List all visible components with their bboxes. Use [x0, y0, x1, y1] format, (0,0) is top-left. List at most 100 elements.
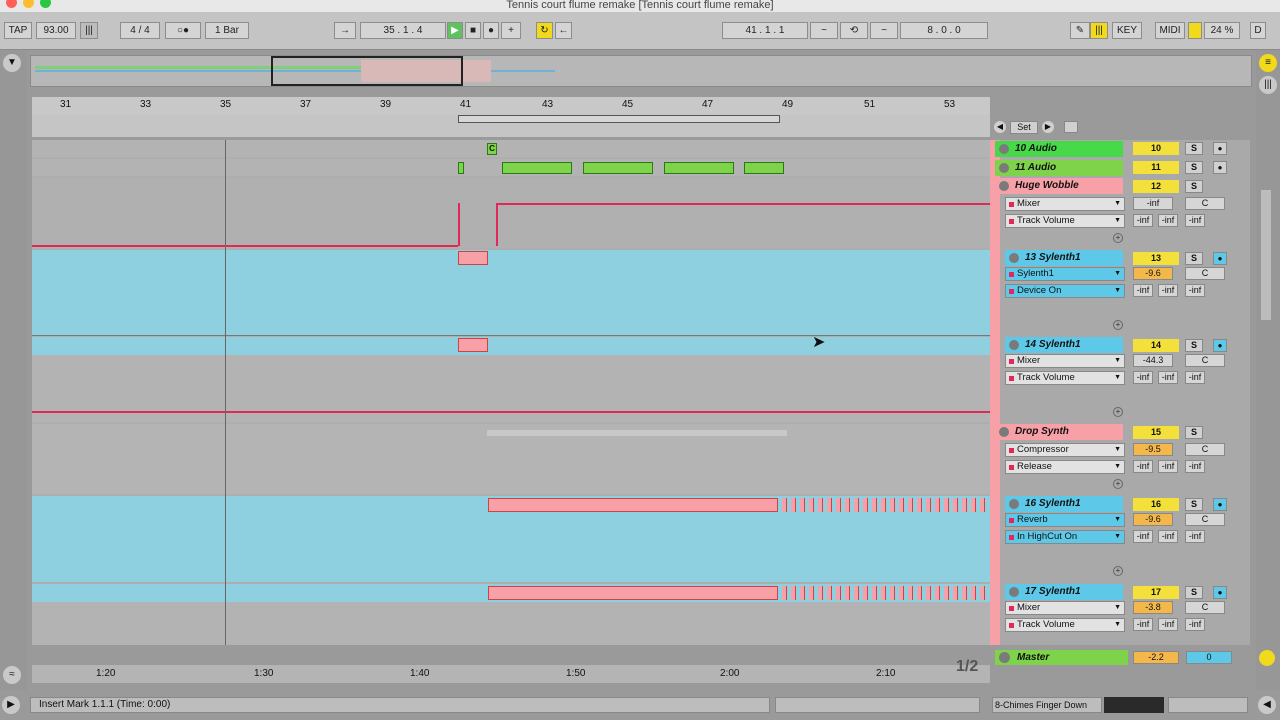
parameter-chooser[interactable]: Release — [1005, 460, 1125, 474]
arm-record-button[interactable]: ● — [1213, 142, 1227, 155]
quantize-select[interactable]: 1 Bar — [205, 22, 249, 39]
lane-huge-wobble[interactable] — [32, 178, 990, 248]
detail-view-icon[interactable]: ◀ — [1258, 696, 1276, 714]
prev-locator-icon[interactable]: ◀ — [994, 121, 1006, 133]
loop-switch-icon[interactable]: ⟲ — [840, 22, 868, 39]
audio-clip[interactable]: C — [487, 143, 497, 155]
parameter-chooser[interactable]: Track Volume — [1005, 214, 1125, 228]
punch-out-icon[interactable]: ~ — [870, 22, 898, 39]
stop-button[interactable]: ■ — [465, 22, 481, 39]
add-lane-icon[interactable]: + — [1113, 566, 1123, 576]
tempo-field[interactable]: 93.00 — [36, 22, 76, 39]
pan-field[interactable]: C — [1185, 513, 1225, 526]
arm-record-button[interactable]: ● — [1213, 498, 1227, 511]
arm-record-button[interactable]: ● — [1213, 339, 1227, 352]
loop-start-field[interactable]: 41 . 1 . 1 — [722, 22, 808, 39]
track-title[interactable]: Huge Wobble — [995, 178, 1123, 194]
midi-clip[interactable] — [458, 338, 488, 352]
browser-toggle-icon[interactable]: ▼ — [3, 54, 21, 72]
lane-drop-synth[interactable] — [32, 424, 990, 494]
arrangement-view-icon[interactable]: ≡ — [1259, 54, 1277, 72]
add-lane-icon[interactable]: + — [1113, 407, 1123, 417]
fold-icon[interactable] — [1009, 499, 1019, 509]
computer-keyboard-icon[interactable]: ||| — [1090, 22, 1108, 39]
track-delay-icon[interactable]: ≈ — [3, 666, 21, 684]
track-title[interactable]: 10 Audio — [995, 141, 1123, 157]
arrangement-overview[interactable] — [30, 55, 1252, 87]
parameter-chooser[interactable]: In HighCut On — [1005, 530, 1125, 544]
solo-button[interactable]: S — [1185, 586, 1203, 599]
play-button[interactable]: ▶ — [447, 22, 463, 39]
record-arm-icon[interactable] — [1064, 121, 1078, 133]
session-view-icon[interactable]: ||| — [1259, 76, 1277, 94]
volume-field[interactable]: -44.3 — [1133, 354, 1173, 367]
overview-viewport[interactable] — [271, 56, 463, 86]
volume-field[interactable]: -3.8 — [1133, 601, 1173, 614]
device-chooser[interactable]: Mixer — [1005, 601, 1125, 615]
device-chain-icons[interactable] — [1168, 697, 1248, 713]
lane-14-sylenth1[interactable] — [32, 337, 990, 422]
device-chooser[interactable]: Sylenth1 — [1005, 267, 1125, 281]
io-toggle-icon[interactable] — [1259, 650, 1275, 666]
add-lane-icon[interactable]: + — [1113, 320, 1123, 330]
zoom-window-button[interactable] — [40, 0, 51, 8]
solo-button[interactable]: S — [1185, 498, 1203, 511]
back-to-arrangement-icon[interactable]: ← — [555, 22, 572, 39]
device-chooser[interactable]: Compressor — [1005, 443, 1125, 457]
lane-10-audio[interactable]: C — [32, 140, 990, 157]
device-chooser[interactable]: Mixer — [1005, 354, 1125, 368]
vertical-scrollbar[interactable] — [1261, 190, 1271, 320]
track-title[interactable]: 17 Sylenth1 — [1005, 584, 1123, 600]
midi-clips-repeated[interactable] — [782, 498, 987, 512]
parameter-chooser[interactable]: Track Volume — [1005, 371, 1125, 385]
parameter-chooser[interactable]: Device On — [1005, 284, 1125, 298]
automation-arm-icon[interactable]: ↻ — [536, 22, 553, 39]
add-lane-icon[interactable]: + — [1113, 233, 1123, 243]
volume-field[interactable]: -9.6 — [1133, 513, 1173, 526]
solo-button[interactable]: S — [1185, 180, 1203, 193]
lane-13-sylenth1[interactable] — [32, 250, 990, 336]
position-field[interactable]: 35 . 1 . 4 — [360, 22, 446, 39]
next-locator-icon[interactable]: ▶ — [1042, 121, 1054, 133]
device-chooser[interactable]: Mixer — [1005, 197, 1125, 211]
metronome-icon[interactable]: ||| — [80, 22, 98, 39]
audio-clip[interactable] — [664, 162, 734, 174]
track-title[interactable]: 16 Sylenth1 — [1005, 496, 1123, 512]
play-icon[interactable] — [999, 163, 1009, 173]
track-title[interactable]: Drop Synth — [995, 424, 1123, 440]
close-window-button[interactable] — [6, 0, 17, 8]
volume-field[interactable]: -9.6 — [1133, 267, 1173, 280]
set-locator-button[interactable]: Set — [1010, 121, 1038, 134]
automation-line[interactable] — [32, 245, 458, 247]
automation-line[interactable] — [32, 411, 990, 413]
audio-clip[interactable] — [458, 162, 464, 174]
parameter-chooser[interactable]: Track Volume — [1005, 618, 1125, 632]
solo-button[interactable]: S — [1185, 252, 1203, 265]
pan-field[interactable]: C — [1185, 443, 1225, 456]
device-chooser[interactable]: Reverb — [1005, 513, 1125, 527]
audio-clip[interactable] — [583, 162, 653, 174]
audio-clip[interactable] — [744, 162, 784, 174]
solo-button[interactable]: S — [1185, 161, 1203, 174]
pan-field[interactable]: C — [1185, 601, 1225, 614]
master-track-title[interactable]: Master — [995, 650, 1128, 665]
solo-button[interactable]: S — [1185, 426, 1203, 439]
punch-in-icon[interactable]: ~ — [810, 22, 838, 39]
pan-field[interactable]: C — [1185, 267, 1225, 280]
solo-button[interactable]: S — [1185, 142, 1203, 155]
track-title[interactable]: 14 Sylenth1 — [1005, 337, 1123, 353]
midi-map-button[interactable]: MIDI — [1155, 22, 1185, 39]
pan-field[interactable]: C — [1185, 197, 1225, 210]
arm-record-button[interactable]: ● — [1213, 586, 1227, 599]
solo-button[interactable]: S — [1185, 339, 1203, 352]
play-icon[interactable] — [999, 144, 1009, 154]
track-title[interactable]: 13 Sylenth1 — [1005, 250, 1123, 266]
automation-line[interactable] — [497, 203, 990, 205]
audio-clip[interactable] — [502, 162, 572, 174]
key-map-button[interactable]: KEY — [1112, 22, 1142, 39]
lane-17-sylenth1[interactable] — [32, 584, 990, 645]
fold-icon[interactable] — [1009, 587, 1019, 597]
arm-record-button[interactable]: ● — [1213, 252, 1227, 265]
volume-field[interactable]: -inf — [1133, 197, 1173, 210]
signature-field[interactable]: 4 / 4 — [120, 22, 160, 39]
